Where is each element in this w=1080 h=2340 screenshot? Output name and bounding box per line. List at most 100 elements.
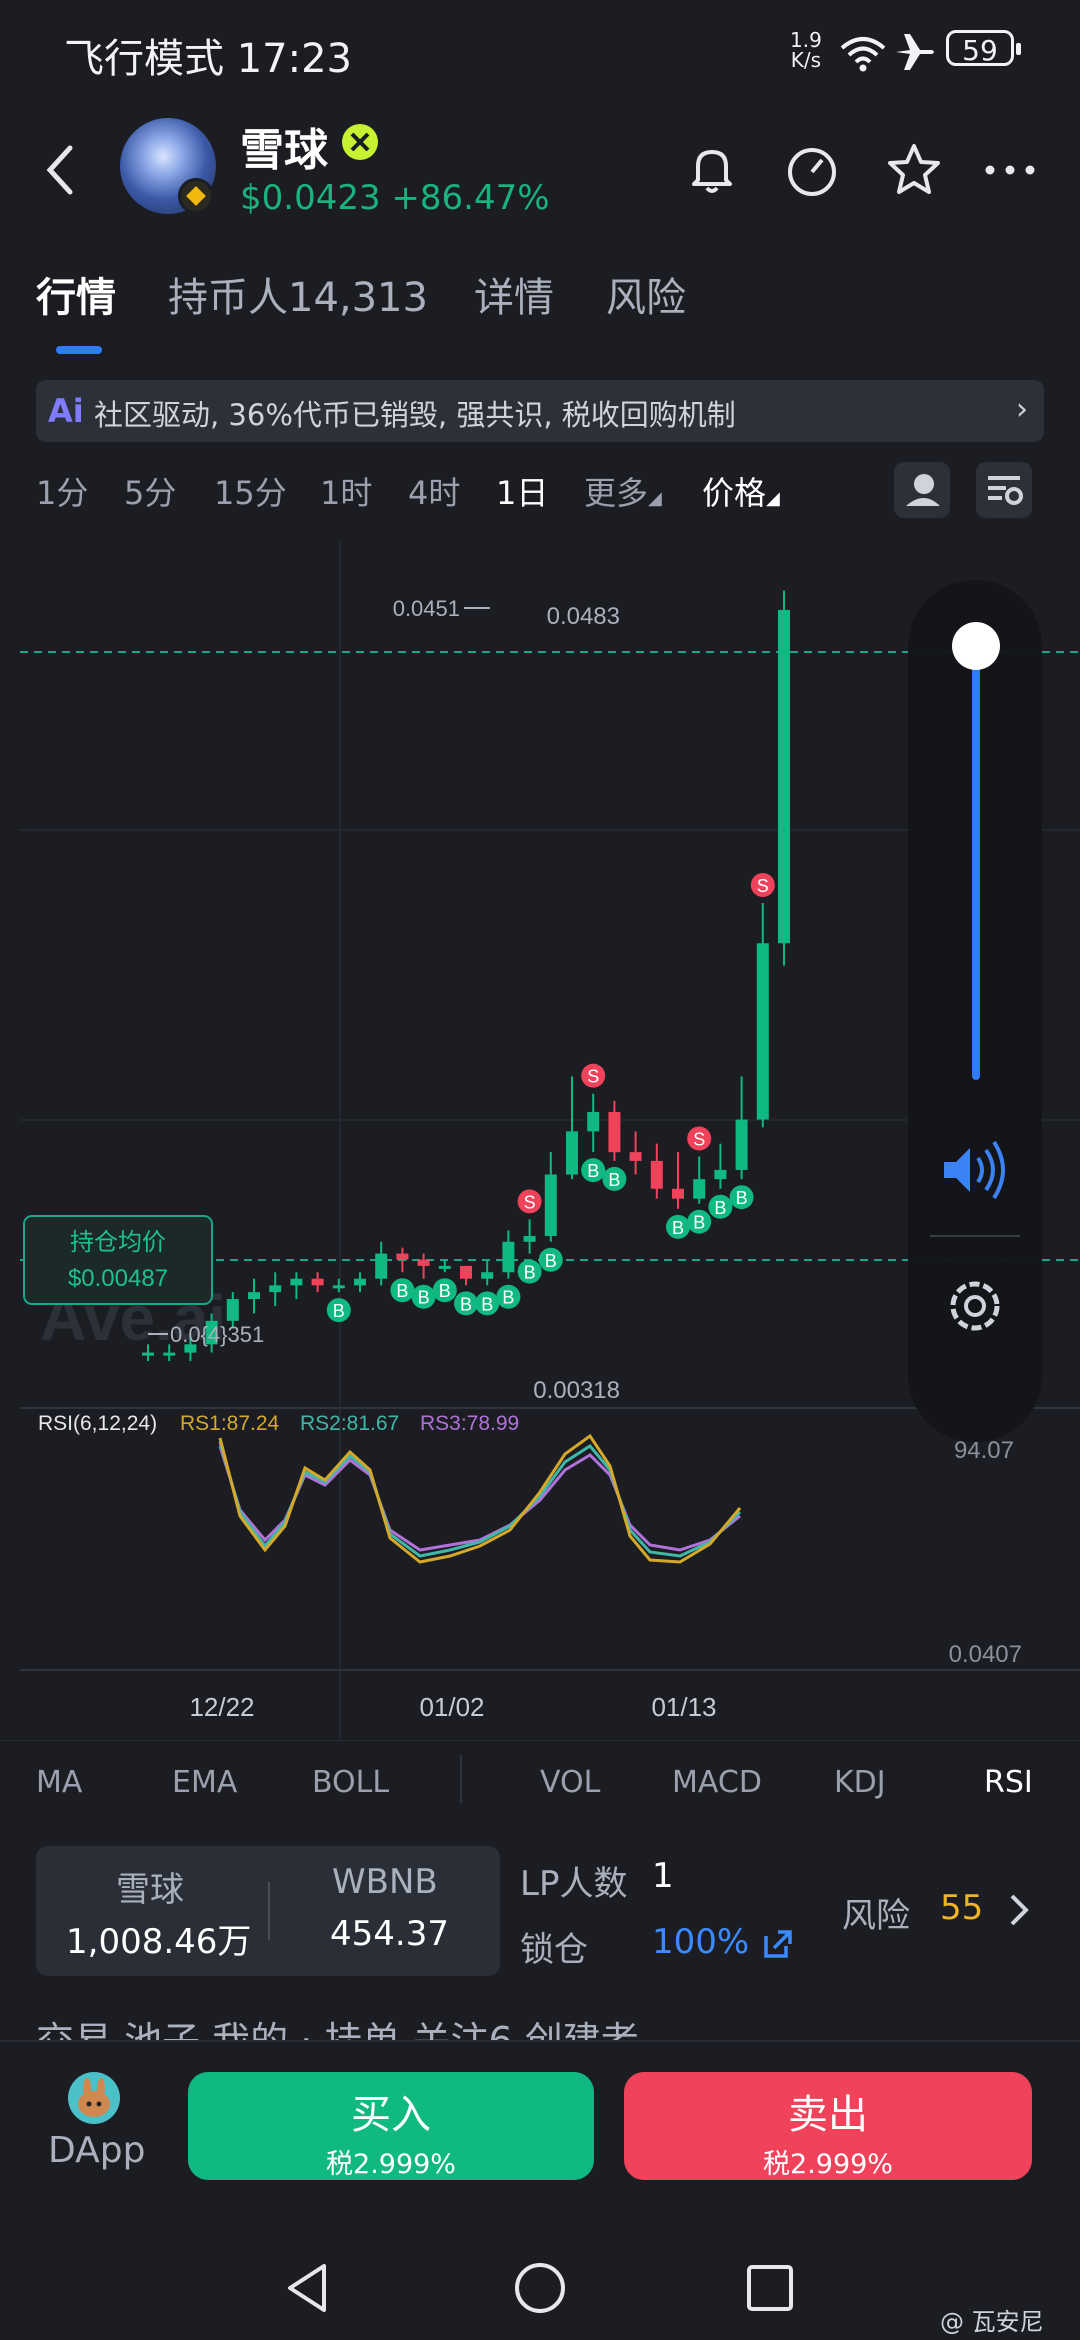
low-marker-value: 0.0{4}351 [170, 1322, 264, 1347]
price-chart[interactable]: Ave.ai BB B BB B BBBB BB BB BSSSS 0.0483 0.0031… [20, 540, 1080, 1740]
indicator-macd[interactable]: MACD [672, 1765, 762, 1800]
volume-slider-track[interactable] [972, 648, 980, 1080]
rsi3-value: RS3:78.99 [420, 1412, 519, 1435]
star-icon[interactable] [884, 140, 944, 200]
interval-15m[interactable]: 15分 [214, 468, 287, 514]
source-watermark: @ 瓦安尼 [940, 2308, 1044, 2336]
user-silhouette-icon [906, 474, 940, 506]
interval-4h[interactable]: 4时 [408, 468, 460, 514]
system-nav-bar [0, 2200, 1080, 2340]
chart-drawing-button[interactable] [894, 462, 950, 518]
tab-details[interactable]: 详情 [474, 265, 554, 323]
interval-1d[interactable]: 1日 [496, 468, 548, 514]
airplane-icon [896, 34, 934, 70]
dapp-label[interactable]: DApp [48, 2130, 145, 2171]
candle-body [142, 1352, 154, 1356]
risk-score: 55 [940, 1888, 984, 1928]
candle-body [608, 1111, 621, 1153]
battery-indicator: 59 [946, 30, 1021, 67]
buy-marker-label: B [545, 1251, 557, 1271]
triangle-icon: ◢ [766, 488, 780, 509]
chart-settings-button[interactable] [976, 462, 1032, 518]
indicator-vol[interactable]: VOL [540, 1765, 600, 1800]
volume-panel[interactable] [908, 580, 1042, 1442]
buy-marker-label: B [439, 1281, 451, 1301]
buy-marker-label: B [587, 1161, 599, 1181]
interval-1m[interactable]: 1分 [36, 468, 88, 514]
candle-body [587, 1111, 600, 1132]
indicator-ma[interactable]: MA [36, 1765, 82, 1800]
speedometer-icon[interactable] [782, 140, 842, 200]
indicator-ema[interactable]: EMA [172, 1765, 237, 1800]
hold-average-value: $0.00487 [68, 1265, 168, 1292]
volume-slider-thumb[interactable] [952, 622, 1000, 670]
ai-summary-banner[interactable]: Ai 社区驱动, 36%代币已销毁, 强共识, 税收回购机制 › [36, 380, 1044, 442]
pool-token-label: 雪球 [116, 1870, 184, 1910]
indicator-row: MA EMA BOLL VOL MACD KDJ RSI [0, 1740, 1080, 1821]
tab-holders[interactable]: 持币人14,313 [168, 265, 428, 323]
candle-body [226, 1299, 239, 1321]
candle-body [375, 1253, 388, 1279]
indicator-rsi[interactable]: RSI [984, 1765, 1033, 1800]
tab-market[interactable]: 行情 [36, 265, 116, 323]
pool-liquidity-card: 雪球 1,008.46万 WBNB 454.37 [36, 1846, 500, 1976]
back-arrow-icon[interactable] [40, 140, 80, 200]
external-link-icon [764, 1929, 792, 1958]
candle-body [396, 1253, 409, 1260]
pool-divider [268, 1882, 270, 1940]
candle-body [438, 1265, 451, 1269]
rsi-label: RSI(6,12,24) [38, 1412, 157, 1435]
indicator-separator [460, 1755, 462, 1803]
buy-marker-label: B [460, 1294, 472, 1314]
candle-body [735, 1119, 748, 1170]
sell-button[interactable]: 卖出 税2.999% [624, 2072, 1032, 2180]
interval-5m[interactable]: 5分 [124, 468, 176, 514]
buy-marker-label: B [714, 1198, 726, 1218]
date-label: 01/02 [419, 1692, 484, 1722]
candle-body [460, 1265, 472, 1279]
indicator-boll[interactable]: BOLL [312, 1765, 389, 1800]
rsi-legend: RSI(6,12,24) RS1:87.24 RS2:81.67 RS3:78.… [38, 1412, 519, 1435]
bell-icon[interactable] [682, 140, 742, 200]
nav-home-icon[interactable] [512, 2260, 568, 2316]
interval-more-label: 更多 [584, 474, 649, 512]
price-mode-label: 价格 [702, 474, 767, 512]
more-icon[interactable] [980, 140, 1040, 200]
buy-marker-label: B [481, 1294, 493, 1314]
nav-back-icon[interactable] [282, 2260, 332, 2316]
buy-marker-label: B [672, 1218, 684, 1238]
lp-count-value: 1 [652, 1856, 674, 1896]
buy-marker-label: B [418, 1288, 430, 1308]
buy-marker-label: B [502, 1288, 514, 1308]
sell-marker-label: S [757, 876, 769, 896]
ai-icon: Ai [48, 392, 84, 430]
trade-markers-group: BB B BB B BBBB BB BB BSSSS [326, 873, 775, 1323]
triangle-icon: ◢ [648, 488, 662, 509]
chevron-right-icon: › [1016, 392, 1028, 427]
buy-button[interactable]: 买入 税2.999% [188, 2072, 594, 2180]
rsi-axis-bottom: 0.0407 [949, 1641, 1022, 1668]
interval-1h[interactable]: 1时 [320, 468, 372, 514]
candle-body [756, 943, 769, 1120]
buy-marker-label: B [736, 1188, 748, 1208]
price-value: $0.0423 [240, 178, 381, 218]
tab-risk[interactable]: 风险 [606, 265, 686, 323]
net-speed-unit: K/s [790, 48, 822, 72]
ai-summary-text: 社区驱动, 36%代币已销毁, 强共识, 税收回购机制 [94, 398, 736, 432]
wifi-icon [840, 37, 886, 72]
pancake-bunny-icon[interactable] [68, 2072, 120, 2124]
buy-marker-label: B [396, 1281, 408, 1301]
price-change: +86.47% [391, 178, 550, 218]
buy-tax: 税2.999% [326, 2149, 456, 2180]
nav-recents-icon[interactable] [744, 2262, 796, 2314]
lock-value-link[interactable]: 100% [652, 1922, 796, 1962]
hold-average-label: 持仓均价 [70, 1229, 166, 1256]
price-mode-select[interactable]: 价格◢ [702, 468, 780, 514]
interval-selector: 1分 5分 15分 1时 4时 1日 更多◢ 价格◢ [36, 468, 1036, 518]
indicator-kdj[interactable]: KDJ [834, 1765, 886, 1800]
interval-more[interactable]: 更多◢ [584, 468, 662, 514]
candle-body [693, 1179, 706, 1199]
chevron-right-icon[interactable] [1004, 1890, 1034, 1930]
status-bar: 飞行模式 17:23 1.9 K/s 59 [0, 0, 1080, 100]
sell-marker-label: S [693, 1130, 705, 1150]
